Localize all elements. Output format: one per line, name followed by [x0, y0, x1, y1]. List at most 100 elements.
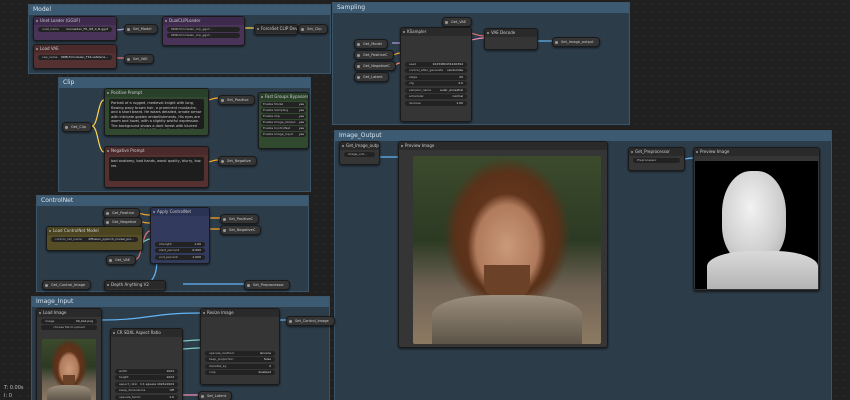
- clip-name1-widget[interactable]: 6DBLfrmodelen_clip_gguf...: [167, 26, 240, 32]
- get-image-output-node[interactable]: Get_Image_output Image_out...: [339, 141, 380, 165]
- node-title: Load Image: [37, 309, 101, 317]
- set-image-output-pill[interactable]: Set_Image_output: [552, 37, 600, 47]
- load-controlnet-model-node[interactable]: Load ControlNet Model control_net_name di…: [46, 226, 143, 251]
- set-latent-pill[interactable]: Set_Latent: [198, 391, 233, 400]
- preview-image-node-1[interactable]: Preview Image: [398, 141, 608, 348]
- upscale-method-widget[interactable]: upscale_method lanczos: [205, 350, 275, 356]
- control-net-name-widget[interactable]: control_net_name diffusion_pytorch_model_…: [51, 236, 138, 242]
- clip-name2-widget[interactable]: 6DBLfrmodelen_clip_gguf...: [167, 33, 240, 38]
- end-percent-widget[interactable]: end_percent 1.000: [155, 254, 205, 260]
- unet-loader-node[interactable]: Unet Loader (GGUF) unet_name bonsaiden_FR…: [33, 16, 117, 41]
- input-image-thumbnail: [42, 339, 96, 400]
- vae-decode-node[interactable]: VAE Decode: [484, 28, 538, 50]
- scheduler-widget[interactable]: scheduler normal: [405, 94, 467, 99]
- node-title: ForceSet CLIP Device: [255, 25, 297, 33]
- node-canvas[interactable]: Model Sampling Clip Image_Output Control…: [0, 0, 850, 400]
- force-clip-device-node[interactable]: ForceSet CLIP Device: [254, 24, 298, 35]
- image-widget[interactable]: image 00_bsk.png: [41, 318, 97, 324]
- set-preprocessor-pill[interactable]: Set_Preprocessor: [244, 280, 290, 290]
- image-output-widget[interactable]: Image_out...: [344, 151, 375, 157]
- set-positive-pill[interactable]: Set_Positive: [218, 95, 255, 105]
- set-negative-pill[interactable]: Set_Negative: [218, 156, 257, 166]
- node-title: Fast Groups Bypasser (rgthree): [259, 93, 308, 101]
- preprocessor-widget[interactable]: Preprocessor: [633, 157, 680, 163]
- preview-depth-map: [695, 161, 818, 289]
- sampler-name-widget[interactable]: sampler_name euler_ancestral: [405, 87, 467, 93]
- width-widget[interactable]: width 1024: [115, 368, 178, 374]
- set-negativec-pill[interactable]: Set_NegativeC: [220, 225, 262, 235]
- denoise-widget[interactable]: denoise 1.00: [405, 100, 467, 106]
- status-index: I: 0: [4, 393, 12, 399]
- vae-name-widget[interactable]: vae_name 6DBLfrmodelen_F16.safetens...: [38, 54, 112, 60]
- swap-dimensions-widget[interactable]: swap_dimensions Off: [115, 388, 178, 393]
- get-preprocessor-node[interactable]: Get_Preprocessor Preprocessor: [628, 147, 685, 171]
- get-positivec-pill[interactable]: Get_PositiveC: [354, 50, 394, 60]
- positive-prompt-node[interactable]: Positive Prompt Portrait of a rugged, me…: [104, 88, 209, 136]
- node-title: Positive Prompt: [105, 89, 208, 97]
- node-title: Depth Anything V2: [105, 281, 165, 289]
- cr-sdxl-aspect-ratio-node[interactable]: CR SDXL Aspect Ratio width 1024 height 102…: [110, 328, 183, 400]
- node-title: Resize Image: [201, 309, 279, 317]
- toggle-image-output[interactable]: Enable Image_Output yes: [261, 120, 306, 125]
- node-title: CR SDXL Aspect Ratio: [111, 329, 182, 337]
- load-image-node[interactable]: Load Image image 00_bsk.png choose file t…: [36, 308, 102, 400]
- steps-widget[interactable]: steps 20: [405, 74, 467, 80]
- upscale-factor-widget[interactable]: upscale_factor 1.0: [115, 394, 178, 400]
- dual-clip-loader-node[interactable]: DualCLIPLoader 6DBLfrmodelen_clip_gguf..…: [162, 16, 245, 46]
- depth-anything-node[interactable]: Depth Anything V2: [104, 280, 166, 291]
- cfg-widget[interactable]: cfg 3.0: [405, 81, 467, 86]
- divisible-by-widget[interactable]: divisible_by 2: [205, 363, 275, 369]
- get-vae-pill[interactable]: Get_VAE: [442, 17, 473, 27]
- apply-controlnet-node[interactable]: Apply ControlNet strength 1.00 start_perc…: [150, 207, 210, 264]
- height-widget[interactable]: height 1024: [115, 375, 178, 380]
- node-title: Get_Image_output: [340, 142, 379, 150]
- toggle-image-input[interactable]: Enable Image_Input yes: [261, 132, 306, 137]
- fast-groups-bypasser-node[interactable]: Fast Groups Bypasser (rgthree) Enable Mo…: [258, 92, 309, 149]
- preview-image-node-2[interactable]: Preview Image: [693, 147, 820, 291]
- toggle-controlnet[interactable]: Enable ControlNet yes: [261, 126, 306, 131]
- crop-widget[interactable]: crop disabled: [205, 370, 275, 375]
- positive-prompt-text[interactable]: Portrait of a rugged, medieval knight wi…: [109, 99, 204, 129]
- toggle-model[interactable]: Enable Model yes: [261, 102, 306, 107]
- node-title: VAE Decode: [485, 29, 537, 37]
- resize-image-node[interactable]: Resize Image upscale_method lanczos keep_…: [200, 308, 280, 385]
- beard-shape: [484, 265, 530, 299]
- node-title: DualCLIPLoader: [163, 17, 244, 25]
- set-control-image-pill[interactable]: Set_Control_Image: [286, 316, 335, 326]
- ksampler-node[interactable]: KSampler seed 1023480431240394 control_af…: [400, 27, 472, 122]
- toggle-sampling[interactable]: Enable Sampling yes: [261, 108, 306, 113]
- get-model-pill[interactable]: Get_Model: [354, 39, 388, 49]
- start-percent-widget[interactable]: start_percent 0.000: [155, 248, 205, 253]
- get-latent-pill[interactable]: Get_Latent: [354, 72, 389, 82]
- strength-widget[interactable]: strength 1.00: [155, 241, 205, 247]
- node-title: Load VAE: [34, 45, 116, 53]
- node-title: Get_Preprocessor: [629, 148, 684, 156]
- node-title: Preview Image: [399, 142, 607, 150]
- negative-prompt-node[interactable]: Negative Prompt bad anatomy, bad hands, …: [104, 146, 209, 188]
- keep-proportion-widget[interactable]: keep_proportion false: [205, 357, 275, 362]
- toggle-clip[interactable]: Enable Clip yes: [261, 114, 306, 119]
- negative-prompt-text[interactable]: bad anatomy, bad hands, worst quality, b…: [109, 157, 204, 181]
- node-title: Load ControlNet Model: [47, 227, 142, 235]
- node-title: Negative Prompt: [105, 147, 208, 155]
- depth-body-shape: [707, 250, 818, 289]
- status-time: T: 0.00s: [4, 385, 24, 391]
- get-vae-pill-controlnet[interactable]: Get_VAE: [106, 255, 137, 265]
- upload-button[interactable]: choose file to upload: [41, 325, 97, 330]
- set-clip-pill[interactable]: Set_Clip: [298, 24, 328, 34]
- seed-widget[interactable]: seed 1023480431240394: [405, 61, 467, 67]
- node-title: Apply ControlNet: [151, 208, 209, 216]
- control-after-generate-widget[interactable]: control_after_generate randomize: [405, 68, 467, 73]
- unet-name-widget[interactable]: unet_name bonsaiden_FR_Q8_0_N.gguf: [38, 26, 112, 32]
- armor-shape: [47, 384, 91, 400]
- get-negativec-pill[interactable]: Get_NegativeC: [354, 61, 396, 71]
- set-model-pill[interactable]: Set_Model: [124, 24, 158, 34]
- node-title: Unet Loader (GGUF): [34, 17, 116, 25]
- aspect-ratio-widget[interactable]: aspect_ratio 1:1 square 1024x1024: [115, 381, 178, 387]
- preview-image-output: [413, 156, 601, 344]
- get-clip-pill[interactable]: Get_Clip: [62, 122, 92, 132]
- get-control-image-pill[interactable]: Get_Control_Image: [42, 280, 92, 290]
- load-vae-node[interactable]: Load VAE vae_name 6DBLfrmodelen_F16.safet…: [33, 44, 117, 69]
- set-vae-pill[interactable]: Set_VAE: [124, 54, 154, 64]
- set-positivec-pill[interactable]: Set_PositiveC: [220, 214, 260, 224]
